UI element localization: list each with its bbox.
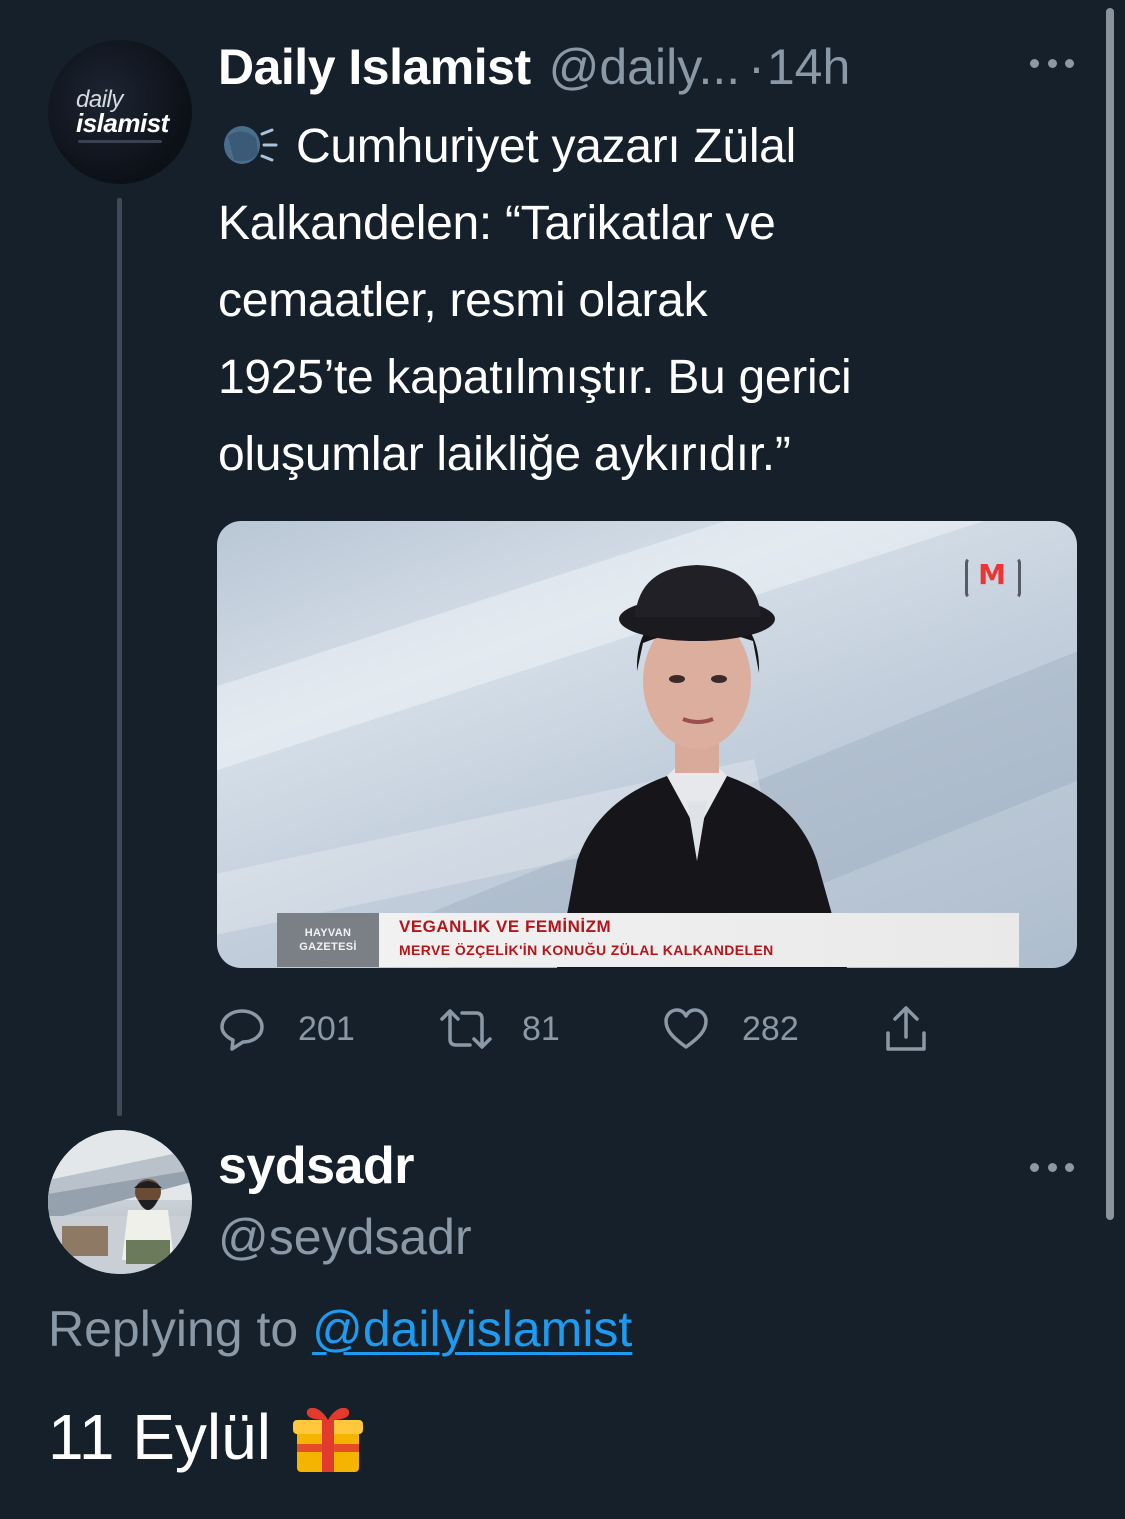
tweet-media-video-frame[interactable]: M HAYVAN GAZETESİ VEGANLIK VE FEMİNİZM M… xyxy=(217,521,1077,968)
share-button[interactable] xyxy=(882,1000,962,1058)
share-icon xyxy=(886,1006,926,1051)
tweet-action-bar: 201 81 282 xyxy=(218,1000,978,1058)
like-button[interactable]: 282 xyxy=(662,1000,799,1058)
more-options-icon[interactable] xyxy=(1030,1160,1074,1174)
avatar[interactable]: daily islamist xyxy=(48,40,192,184)
channel-logo: M xyxy=(965,553,1021,599)
display-name[interactable]: Daily Islamist xyxy=(218,38,531,96)
reply-count: 201 xyxy=(298,1009,355,1048)
program-label-line2: GAZETESİ xyxy=(299,941,357,953)
user-handle[interactable]: @seydsadr xyxy=(218,1208,472,1266)
avatar-photo xyxy=(48,1130,192,1274)
interviewee-figure xyxy=(557,565,847,968)
heart-icon xyxy=(664,1008,708,1049)
like-count: 282 xyxy=(742,1009,799,1048)
wrapped-gift-icon xyxy=(292,1407,363,1472)
user-handle[interactable]: @daily... xyxy=(549,38,741,96)
lower-third-caption: VEGANLIK VE FEMİNİZM MERVE ÖZÇELİK'İN KO… xyxy=(379,913,1019,967)
tweet-text-line3: cemaatler, resmi olarak xyxy=(218,274,708,327)
tweet-text-line4: 1925’te kapatılmıştır. Bu gerici xyxy=(218,351,852,404)
reply-icon xyxy=(220,1009,264,1051)
retweet-icon xyxy=(440,1009,492,1049)
speaking-head-icon xyxy=(224,126,278,164)
tv-lower-third-banner: HAYVAN GAZETESİ VEGANLIK VE FEMİNİZM MER… xyxy=(277,913,1019,967)
timestamp[interactable]: 14h xyxy=(767,38,850,96)
reply-text: 11 Eylül xyxy=(48,1400,367,1474)
program-label-line1: HAYVAN xyxy=(304,927,352,939)
retweet-count: 81 xyxy=(522,1009,560,1048)
replying-to-line: Replying to @dailyislamist xyxy=(48,1300,632,1358)
tweet-text-line5: oluşumlar laikliğe aykırıdır.” xyxy=(218,428,791,481)
more-options-icon[interactable] xyxy=(1030,56,1074,70)
avatar-logo-line2: islamist xyxy=(76,108,169,138)
thread-connector-line xyxy=(117,198,122,1116)
tweet-header: Daily Islamist @daily... · 14h xyxy=(218,36,998,98)
avatar-logo-tagline xyxy=(78,140,162,143)
retweet-button[interactable]: 81 xyxy=(438,1000,560,1058)
separator-dot: · xyxy=(748,39,765,95)
lower-third-title: VEGANLIK VE FEMİNİZM xyxy=(399,917,612,936)
tweet-text: Cumhuriyet yazarı Zülal Kalkandelen: “Ta… xyxy=(218,108,1078,493)
tweet-text-line2: Kalkandelen: “Tarikatlar ve xyxy=(218,197,776,250)
lower-third-subtitle: MERVE ÖZÇELİK'İN KONUĞU ZÜLAL KALKANDELE… xyxy=(399,942,774,958)
replying-to-label: Replying to xyxy=(48,1301,299,1357)
reply-button[interactable]: 201 xyxy=(218,1000,355,1058)
replying-to-mention-link[interactable]: @dailyislamist xyxy=(312,1301,632,1357)
scrollbar[interactable] xyxy=(1106,8,1114,1220)
display-name[interactable]: sydsadr xyxy=(218,1136,414,1196)
tweet-text-line1: Cumhuriyet yazarı Zülal xyxy=(296,120,796,173)
reply-text-content: 11 Eylül xyxy=(48,1401,271,1473)
lower-third-program-label: HAYVAN GAZETESİ xyxy=(277,913,379,967)
avatar[interactable] xyxy=(48,1130,192,1274)
